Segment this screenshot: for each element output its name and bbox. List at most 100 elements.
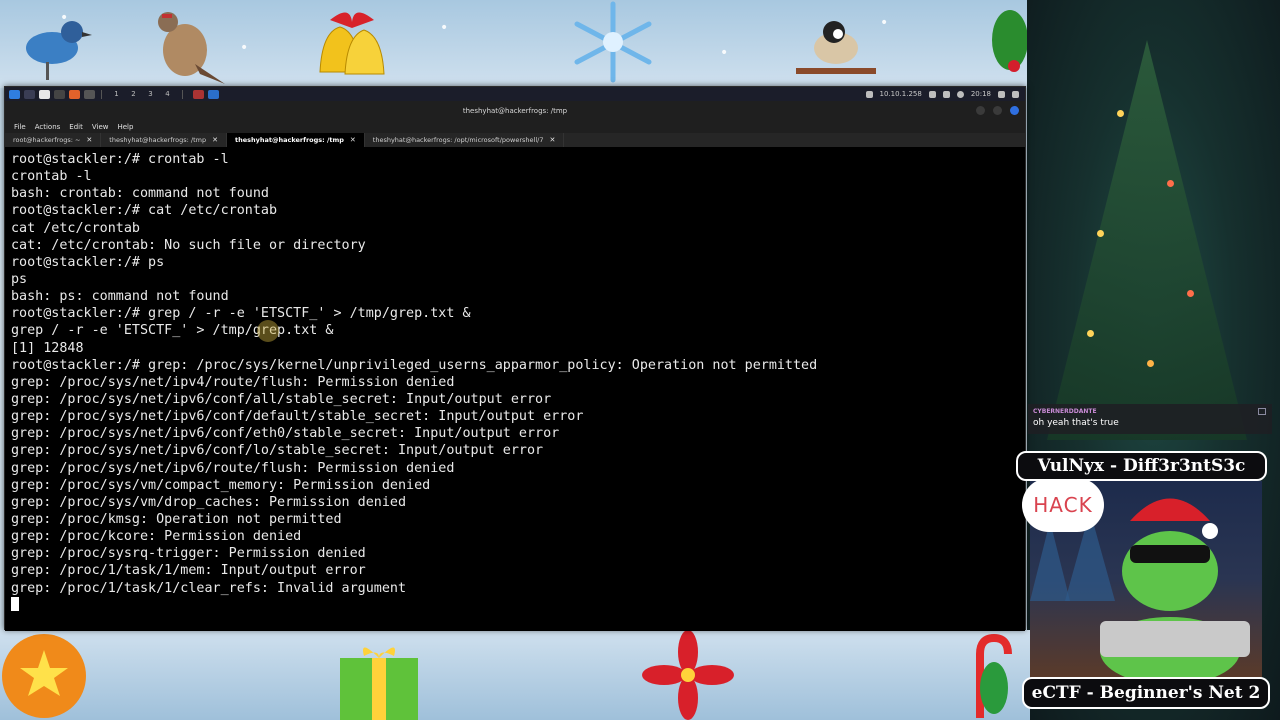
tree-light (1147, 360, 1154, 367)
chat-message: CYBERNERDDANTE oh yeah that's true (1028, 404, 1272, 434)
file-manager-icon[interactable] (39, 89, 50, 99)
close-icon[interactable]: ✕ (549, 136, 555, 144)
menu-view[interactable]: View (92, 123, 109, 131)
close-icon[interactable]: ✕ (350, 136, 356, 144)
terminal-line: grep: /proc/sys/net/ipv6/conf/default/st… (11, 409, 584, 425)
poinsettia-icon (642, 630, 734, 720)
terminal-line: crontab -l (11, 169, 92, 185)
tab-label: theshyhat@hackerfrogs: /opt/microsoft/po… (372, 136, 544, 144)
tab-bar: root@hackerfrogs: ~ ✕ theshyhat@hackerfr… (5, 133, 1025, 147)
bell-icon (319, 12, 385, 75)
workspace-3[interactable]: 3 (142, 90, 159, 98)
chat-text: oh yeah that's true (1033, 418, 1119, 428)
taskbar-separator (182, 89, 183, 99)
terminal-line: grep: /proc/kcore: Permission denied (11, 529, 302, 545)
lock-icon[interactable] (998, 90, 1005, 98)
chat-badge-icon (1258, 408, 1266, 415)
flicker-bird-icon (158, 12, 225, 84)
candy-cane-icon (976, 633, 1012, 718)
system-tray: 10.10.1.258 20:18 (865, 90, 1026, 98)
terminal-output[interactable]: root@stackler:/# crontab -l crontab -l b… (5, 147, 1025, 631)
terminal-line: cat /etc/crontab (11, 220, 140, 236)
terminal-line: grep: /proc/sys/net/ipv6/conf/eth0/stabl… (11, 426, 560, 442)
close-button[interactable] (1010, 106, 1019, 115)
firefox-icon[interactable] (69, 89, 80, 99)
notification-icon[interactable] (942, 90, 950, 98)
terminal-line: ps (11, 271, 28, 287)
snowflake-dot: • (880, 15, 889, 31)
menu-actions[interactable]: Actions (35, 123, 61, 131)
terminal-line: root@stackler:/# crontab -l (11, 152, 229, 167)
workspace-2[interactable]: 2 (125, 90, 142, 98)
terminal-line: grep / -r -e 'ETSCTF_' > /tmp/grep.txt & (11, 323, 334, 339)
chickadee-icon (796, 21, 876, 74)
taskbar-separator (101, 89, 102, 99)
clock: 20:18 (970, 90, 991, 98)
terminal-window[interactable]: 1 2 3 4 10.10.1.258 20:18 theshyhat@hack… (4, 86, 1026, 631)
christmas-tree (1047, 40, 1247, 440)
menu-edit[interactable]: Edit (69, 123, 83, 131)
taskbar-app-icon[interactable] (193, 89, 204, 99)
blue-jay-icon (26, 21, 92, 80)
clock-icon (956, 90, 964, 98)
festive-top-scene: • • • • • (0, 0, 1030, 88)
festive-bottom-scene (0, 630, 1030, 720)
window-controls (976, 106, 1019, 115)
terminal-line: grep: /proc/sys/net/ipv6/conf/all/stable… (11, 391, 552, 407)
tab-powershell[interactable]: theshyhat@hackerfrogs: /opt/microsoft/po… (365, 133, 565, 147)
hack-speech-bubble: HACK (1022, 478, 1104, 532)
monitor-icon[interactable] (865, 90, 873, 98)
workspace-4[interactable]: 4 (159, 90, 176, 98)
close-icon[interactable]: ✕ (86, 136, 92, 144)
workspace-1[interactable]: 1 (108, 90, 125, 98)
tree-light (1167, 180, 1174, 187)
text-cursor (11, 596, 19, 611)
snowflake-icon (574, 1, 652, 83)
menu-bar: File Actions Edit View Help (5, 121, 1025, 133)
app-icon[interactable] (84, 89, 95, 99)
tab-theshyhat-tmp[interactable]: theshyhat@hackerfrogs: /tmp ✕ (101, 133, 227, 147)
terminal-line: grep: /proc/sysrq-trigger: Permission de… (11, 546, 366, 562)
power-icon[interactable] (1012, 90, 1019, 98)
terminal-line: grep: /proc/sys/net/ipv6/conf/lo/stable_… (11, 443, 544, 459)
taskbar-terminal-icon[interactable] (208, 89, 219, 99)
holly-icon (992, 10, 1028, 72)
terminal-line: root@stackler:/# grep / -r -e 'ETSCTF_' … (11, 306, 471, 322)
snowflake-dot: • (720, 45, 729, 61)
tab-theshyhat-tmp-active[interactable]: theshyhat@hackerfrogs: /tmp ✕ (226, 133, 365, 147)
minimize-button[interactable] (976, 106, 985, 115)
tree-light (1097, 230, 1104, 237)
show-desktop-icon[interactable] (24, 89, 35, 99)
volume-icon[interactable] (928, 90, 936, 98)
close-icon[interactable]: ✕ (212, 136, 218, 144)
terminal-line: root@stackler:/# ps (11, 254, 165, 270)
terminal-prompt-line[interactable] (11, 596, 1019, 614)
terminal-line: [1] 12848 (11, 340, 84, 356)
terminal-line: grep: /proc/kmsg: Operation not permitte… (11, 511, 342, 527)
gift-icon (340, 647, 418, 720)
kali-menu-icon[interactable] (9, 89, 20, 99)
menu-help[interactable]: Help (117, 123, 133, 131)
window-title: theshyhat@hackerfrogs: /tmp (462, 107, 568, 115)
snowflake-dot: • (440, 20, 449, 36)
terminal-line: grep: /proc/sys/vm/compact_memory: Permi… (11, 477, 431, 493)
tree-light (1087, 330, 1094, 337)
terminal-line: cat: /etc/crontab: No such file or direc… (11, 237, 366, 253)
mouse-pointer-highlight (257, 320, 279, 342)
tree-light (1187, 290, 1194, 297)
maximize-button[interactable] (993, 106, 1002, 115)
tree-light (1117, 110, 1124, 117)
terminal-line: bash: crontab: command not found (11, 186, 269, 202)
series-name-banner: eCTF - Beginner's Net 2 (1022, 677, 1270, 709)
tab-label: theshyhat@hackerfrogs: /tmp (234, 136, 344, 144)
menu-file[interactable]: File (14, 123, 26, 131)
terminal-line: root@stackler:/# cat /etc/crontab (11, 203, 278, 219)
window-titlebar[interactable]: theshyhat@hackerfrogs: /tmp (5, 101, 1025, 121)
terminal-line: root@stackler:/# grep: /proc/sys/kernel/… (11, 357, 818, 373)
chat-username: CYBERNERDDANTE (1033, 408, 1097, 415)
terminal-icon[interactable] (54, 89, 65, 99)
kali-taskbar: 1 2 3 4 10.10.1.258 20:18 (5, 87, 1025, 101)
tab-root-home[interactable]: root@hackerfrogs: ~ ✕ (5, 133, 102, 147)
machine-name-banner: VulNyx - Diff3r3ntS3c (1016, 451, 1267, 481)
terminal-line: grep: /proc/sys/net/ipv6/route/flush: Pe… (11, 460, 455, 476)
